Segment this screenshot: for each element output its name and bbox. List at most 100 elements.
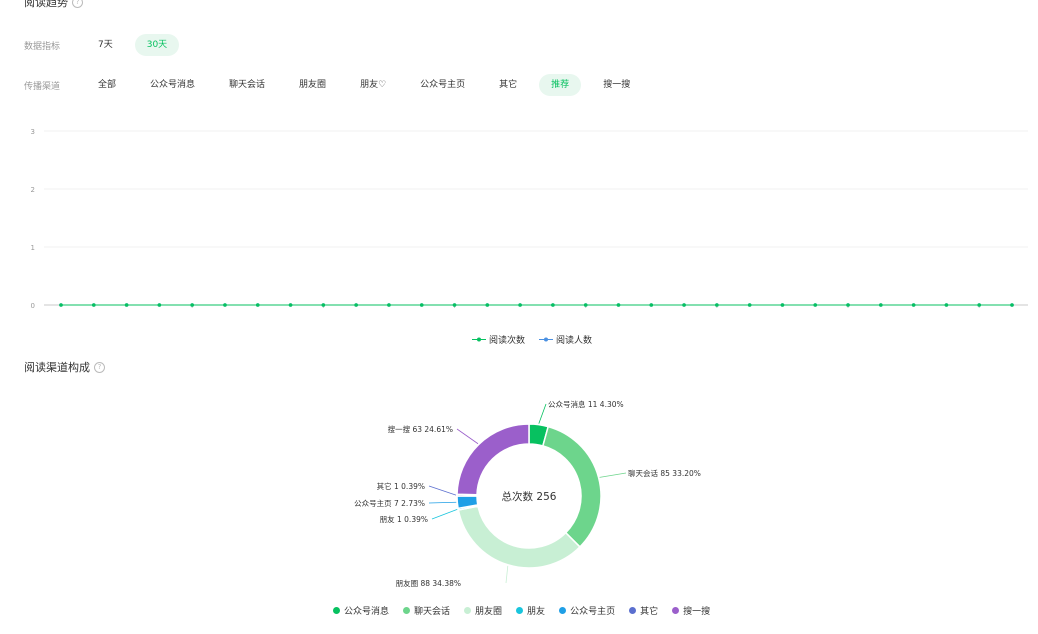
data-point[interactable] <box>288 303 293 307</box>
legend-item[interactable]: 其它 <box>629 604 658 617</box>
data-point[interactable] <box>682 303 686 307</box>
data-point[interactable] <box>846 303 850 307</box>
donut-chart-legend: 公众号消息 聊天会话 朋友圈 朋友 公众号主页 其它 搜一搜 <box>333 604 724 617</box>
label-leader-line <box>456 428 479 445</box>
legend-item[interactable]: 公众号主页 <box>559 604 615 617</box>
data-point[interactable] <box>780 303 785 307</box>
data-point[interactable] <box>977 303 982 307</box>
y-tick-label: 0 <box>31 302 35 310</box>
data-point[interactable] <box>1010 303 1014 307</box>
y-tick-label: 3 <box>31 128 35 136</box>
legend-item[interactable]: 聊天会话 <box>403 604 450 617</box>
channel-composition-title-text: 阅读渠道构成 <box>24 361 90 374</box>
data-point[interactable] <box>879 303 883 307</box>
label-leader-line <box>428 501 457 504</box>
data-point[interactable] <box>911 303 916 307</box>
metric-option-0[interactable]: 7天 <box>86 34 125 56</box>
legend-item[interactable]: 朋友 <box>516 604 545 617</box>
channel-filter-label: 传播渠道 <box>24 81 61 92</box>
slice-label: 朋友 1 0.39% <box>380 514 428 524</box>
legend-dot-icon <box>559 607 567 614</box>
legend-label: 其它 <box>640 607 659 617</box>
data-point[interactable] <box>124 303 129 307</box>
legend-item[interactable]: 公众号消息 <box>333 604 389 617</box>
data-point[interactable] <box>157 303 162 307</box>
y-tick-label: 1 <box>31 244 35 252</box>
legend-label: 公众号主页 <box>570 607 616 617</box>
legend-dot-icon <box>629 607 637 614</box>
data-point[interactable] <box>387 303 391 307</box>
legend-label: 公众号消息 <box>344 607 390 617</box>
data-point[interactable] <box>485 303 490 307</box>
reading-trend-line-chart: 0 1 2 3 2025/06/09 2025/06/13 2025/06/17 2025/0… <box>31 128 1028 313</box>
legend-dot-icon <box>672 607 680 614</box>
channel-option-3[interactable]: 朋友圈 <box>287 74 338 96</box>
data-point[interactable] <box>813 303 818 307</box>
legend-dot-icon <box>333 607 340 614</box>
data-point[interactable] <box>354 303 358 307</box>
data-point[interactable] <box>419 303 424 307</box>
metric-options: 7天 30天 <box>86 34 189 56</box>
data-point[interactable] <box>715 303 719 307</box>
donut-slice[interactable] <box>541 425 602 548</box>
data-point[interactable] <box>551 303 555 307</box>
donut-center-label: 总次数 256 <box>502 490 557 503</box>
x-tick-label: 2025/06/29 <box>828 312 868 313</box>
metric-filter-row: 数据指标 7天 30天 <box>24 34 189 56</box>
x-tick-label: 2025/06/25 <box>697 312 737 313</box>
x-tick-label: 2025/06/17 <box>434 312 474 313</box>
help-icon[interactable]: ? <box>72 0 83 8</box>
data-point[interactable] <box>59 303 63 307</box>
data-point[interactable] <box>944 303 949 307</box>
slice-label: 聊天会话 85 33.20% <box>628 468 701 478</box>
data-point[interactable] <box>518 303 522 307</box>
data-point[interactable] <box>91 303 96 307</box>
slice-label: 朋友圈 88 34.38% <box>396 578 461 588</box>
x-tick-label: 2025/06/13 <box>303 312 343 313</box>
slice-label: 其它 1 0.39% <box>377 481 425 491</box>
legend-dot-icon <box>403 607 411 614</box>
legend-item[interactable]: 搜一搜 <box>672 604 710 617</box>
data-point[interactable] <box>255 303 260 307</box>
donut-slice[interactable] <box>456 423 530 496</box>
legend-label: 朋友 <box>527 607 546 617</box>
channel-option-1[interactable]: 公众号消息 <box>138 74 207 96</box>
reading-trend-title: 阅读趋势 ? <box>24 0 83 10</box>
channel-composition-title: 阅读渠道构成 ? <box>24 359 105 375</box>
legend-line-marker <box>539 337 554 342</box>
data-point[interactable] <box>223 303 227 307</box>
data-point[interactable] <box>649 303 654 307</box>
label-leader-line <box>431 508 458 520</box>
data-point[interactable] <box>190 303 194 307</box>
line-chart-legend: 阅读次数 阅读人数 <box>472 333 606 346</box>
metric-option-1[interactable]: 30天 <box>134 34 180 56</box>
channel-option-7[interactable]: 推荐 <box>539 74 582 96</box>
x-tick-label: 2025/07/03 <box>959 312 999 313</box>
data-point[interactable] <box>321 303 326 307</box>
channel-option-6[interactable]: 其它 <box>487 74 529 96</box>
legend-label: 搜一搜 <box>683 607 711 617</box>
help-icon[interactable]: ? <box>94 361 105 373</box>
legend-item[interactable]: 朋友圈 <box>464 604 502 617</box>
data-point[interactable] <box>747 303 752 307</box>
slice-label: 公众号消息 11 4.30% <box>548 399 624 409</box>
channel-option-4[interactable]: 朋友♡ <box>348 74 398 96</box>
slice-label: 搜一搜 63 24.61% <box>388 424 453 434</box>
channel-options: 全部 公众号消息 聊天会话 朋友圈 朋友♡ 公众号主页 其它 推荐 搜一搜 <box>86 74 652 96</box>
data-point[interactable] <box>583 303 588 307</box>
channel-option-8[interactable]: 搜一搜 <box>591 74 642 96</box>
x-tick-label: 2025/06/21 <box>566 312 606 313</box>
donut-slice[interactable] <box>457 505 581 569</box>
channel-option-0[interactable]: 全部 <box>86 74 128 96</box>
data-point[interactable] <box>616 303 621 307</box>
legend-line-marker <box>472 337 486 342</box>
legend-item[interactable]: 阅读次数 <box>472 333 525 346</box>
label-leader-line <box>538 403 547 424</box>
data-point[interactable] <box>452 303 457 307</box>
legend-item[interactable]: 阅读人数 <box>539 333 592 346</box>
reading-trend-title-text: 阅读趋势 <box>24 0 68 9</box>
channel-option-5[interactable]: 公众号主页 <box>408 74 477 96</box>
channel-option-2[interactable]: 聊天会话 <box>217 74 277 96</box>
legend-label: 阅读人数 <box>556 336 593 346</box>
channel-composition-donut-chart: 公众号消息 11 4.30% 聊天会话 85 33.20% 朋友圈 88 34.38… <box>354 399 701 588</box>
